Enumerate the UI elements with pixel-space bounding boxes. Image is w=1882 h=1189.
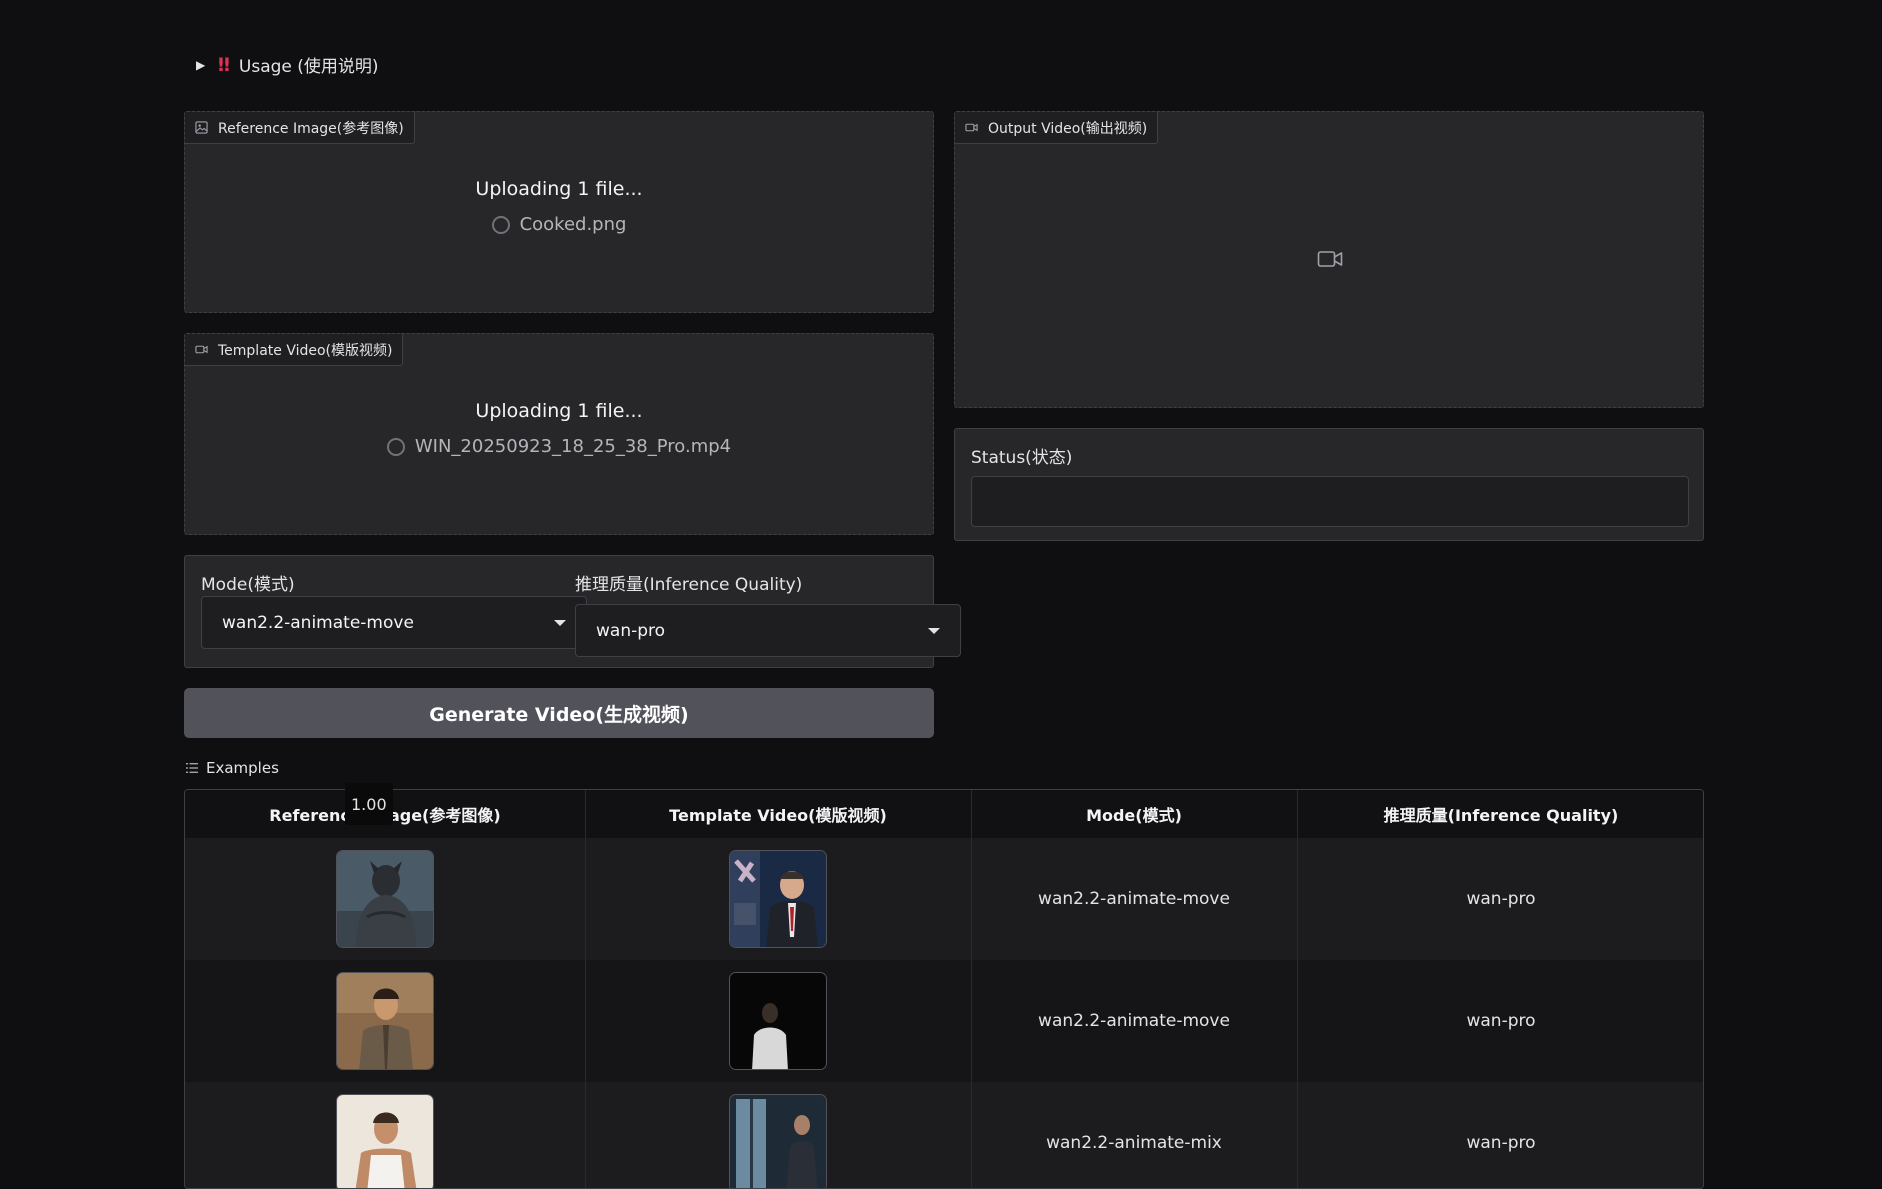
- reference-image-tag: Reference Image(参考图像): [185, 112, 415, 144]
- quality-cell: wan-pro: [1466, 1011, 1536, 1031]
- mode-cell: wan2.2-animate-move: [1038, 889, 1230, 909]
- quality-value: wan-pro: [596, 620, 666, 641]
- video-placeholder-icon: [1317, 251, 1343, 267]
- table-row[interactable]: wan2.2-animate-move wan-pro: [185, 960, 1703, 1082]
- output-video-panel: Output Video(输出视频): [954, 111, 1704, 408]
- usage-accordion[interactable]: ▶ ‼ Usage (使用说明): [196, 52, 379, 78]
- reference-image-upload[interactable]: Reference Image(参考图像) Uploading 1 file..…: [184, 111, 934, 313]
- upload-filename: WIN_20250923_18_25_38_Pro.mp4: [414, 436, 732, 457]
- template-video-tag: Template Video(模版视频): [185, 334, 404, 366]
- examples-label: Examples: [206, 759, 279, 777]
- examples-header: Examples: [186, 759, 279, 777]
- generate-video-button[interactable]: Generate Video(生成视频): [184, 688, 934, 738]
- mode-label: Mode(模式): [201, 575, 295, 595]
- upload-status-title: Uploading 1 file...: [475, 178, 643, 200]
- table-row[interactable]: wan2.2-animate-mix wan-pro: [185, 1082, 1703, 1188]
- template-video-upload[interactable]: Template Video(模版视频) Uploading 1 file...…: [184, 333, 934, 535]
- expand-arrow-icon: ▶: [196, 57, 206, 72]
- examples-table: Reference Image(参考图像) Template Video(模版视…: [184, 789, 1704, 1189]
- output-video-tag: Output Video(输出视频): [955, 112, 1159, 144]
- options-panel: Mode(模式) wan2.2-animate-move 推理质量(Infere…: [184, 555, 961, 668]
- quality-cell: wan-pro: [1466, 1133, 1536, 1153]
- mode-cell: wan2.2-animate-mix: [1046, 1133, 1222, 1153]
- loading-spinner-icon: [491, 215, 510, 234]
- reference-thumbnail-werewolf: [336, 850, 434, 948]
- table-row[interactable]: wan2.2-animate-move wan-pro: [185, 838, 1703, 960]
- table-header: Reference Image(参考图像) Template Video(模版视…: [185, 790, 1703, 839]
- reference-image-label: Reference Image(参考图像): [218, 120, 404, 137]
- double-exclamation-icon: ‼: [218, 53, 230, 76]
- quality-label: 推理质量(Inference Quality): [575, 575, 803, 595]
- template-thumbnail-dark-figure: [729, 972, 827, 1070]
- video-icon: [195, 345, 208, 354]
- status-panel: Status(状态): [954, 428, 1704, 541]
- chevron-down-icon: [554, 619, 566, 626]
- image-icon: [195, 121, 208, 134]
- chevron-down-icon: [928, 627, 940, 634]
- video-icon: [965, 123, 978, 132]
- status-field[interactable]: [971, 476, 1689, 527]
- template-thumbnail-speaker: [729, 850, 827, 948]
- column-divider: [971, 790, 972, 1188]
- quality-cell: wan-pro: [1466, 889, 1536, 909]
- quality-dropdown[interactable]: wan-pro: [575, 604, 961, 657]
- column-header-mode: Mode(模式): [1086, 806, 1182, 825]
- column-header-template-video: Template Video(模版视频): [669, 806, 887, 825]
- column-header-quality: 推理质量(Inference Quality): [1383, 806, 1619, 825]
- template-thumbnail-window-scene: [729, 1094, 827, 1188]
- upload-status-title: Uploading 1 file...: [475, 400, 643, 422]
- template-video-label: Template Video(模版视频): [218, 342, 393, 359]
- list-icon: [186, 763, 198, 773]
- column-divider: [585, 790, 586, 1188]
- output-video-label: Output Video(输出视频): [988, 120, 1148, 137]
- upload-filename: Cooked.png: [519, 214, 627, 235]
- mode-cell: wan2.2-animate-move: [1038, 1011, 1230, 1031]
- value-tooltip: 1.00: [345, 783, 393, 825]
- reference-thumbnail-man-shirt: [336, 972, 434, 1070]
- mode-dropdown[interactable]: wan2.2-animate-move: [201, 596, 587, 649]
- status-label: Status(状态): [971, 448, 1073, 468]
- usage-label: Usage (使用说明): [238, 57, 379, 77]
- column-divider: [1297, 790, 1298, 1188]
- loading-spinner-icon: [386, 437, 405, 456]
- reference-thumbnail-man-tanktop: [336, 1094, 434, 1188]
- mode-value: wan2.2-animate-move: [222, 612, 414, 633]
